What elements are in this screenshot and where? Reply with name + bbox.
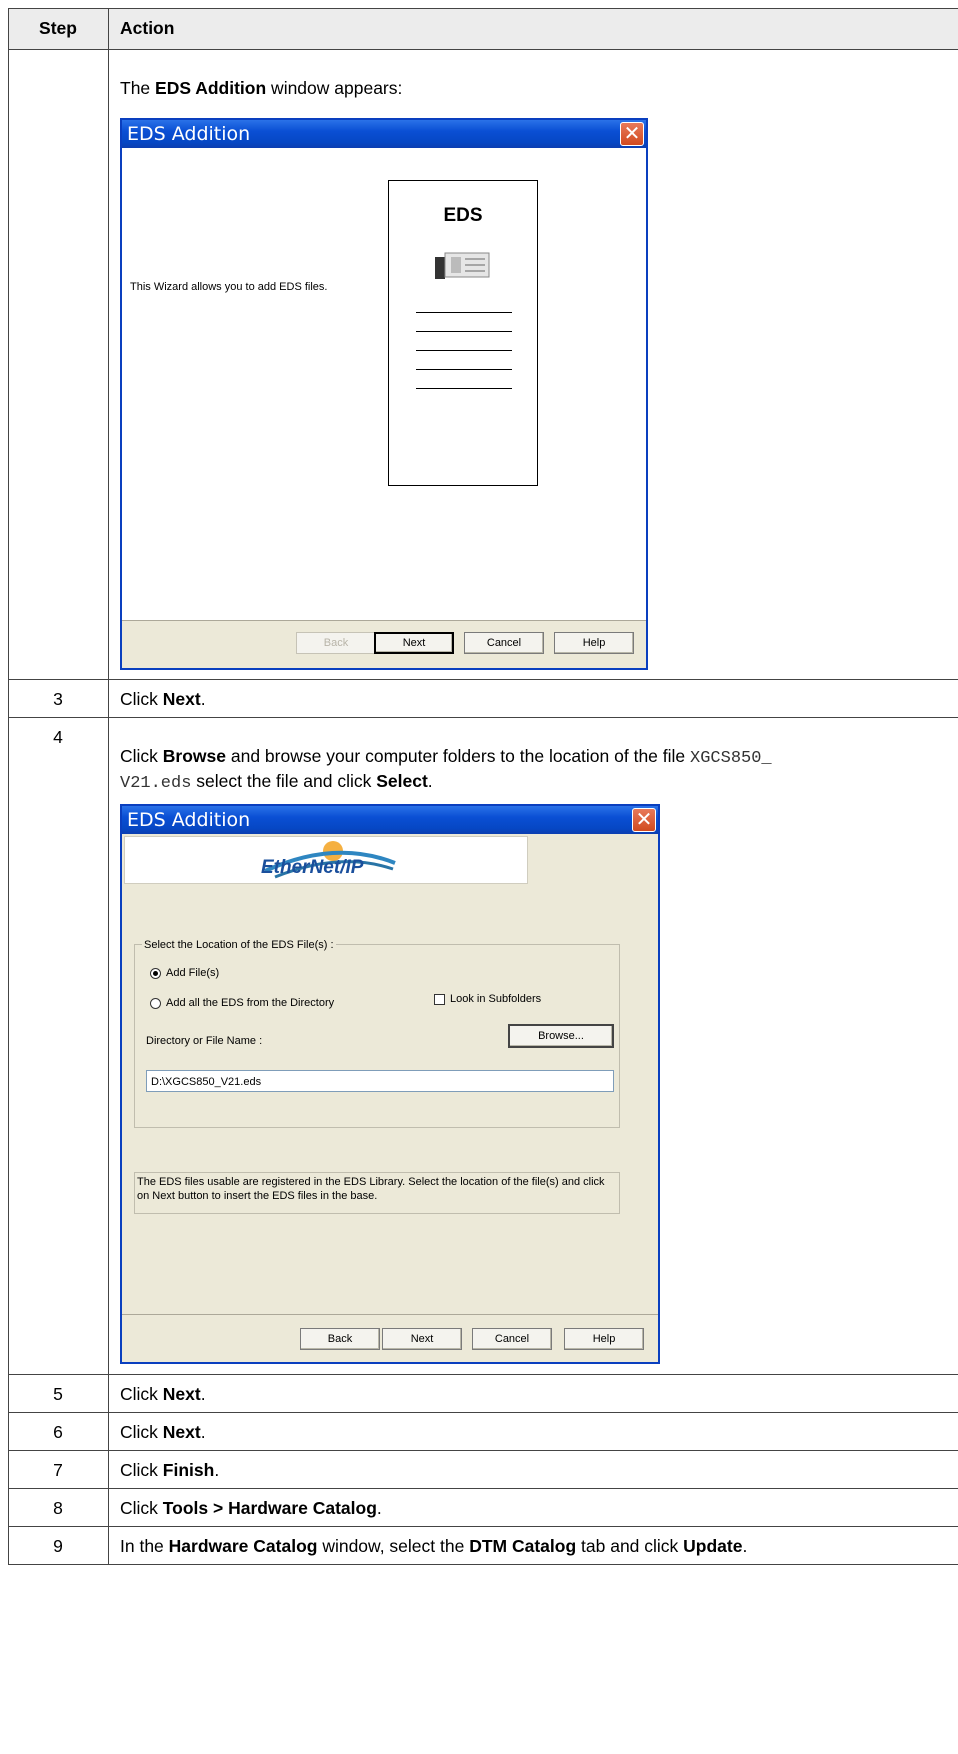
step-number: 5 — [53, 1384, 63, 1404]
close-icon[interactable]: ✕ — [632, 808, 656, 832]
wizard-description: This Wizard allows you to add EDS files. — [130, 281, 328, 293]
step-action: Click Tools > Hardware Catalog. — [120, 1498, 382, 1518]
step-number: 9 — [53, 1536, 63, 1556]
step-action: Click Next. — [120, 1422, 206, 1442]
step-action: Click Next. — [120, 1384, 206, 1404]
browse-button[interactable]: Browse... — [508, 1024, 614, 1048]
close-icon[interactable]: ✕ — [620, 122, 644, 146]
info-box: The EDS files usable are registered in t… — [134, 1172, 620, 1214]
step-number: 7 — [53, 1460, 63, 1480]
radio-add-files-label: Add File(s) — [166, 967, 220, 979]
step-action: Click Browse and browse your computer fo… — [120, 746, 772, 793]
next-button[interactable]: Next — [374, 632, 454, 654]
next-button[interactable]: Next — [382, 1328, 462, 1350]
radio-add-directory[interactable] — [150, 998, 161, 1009]
help-button[interactable]: Help — [564, 1328, 644, 1350]
logo-text: EtherNet/IP — [261, 857, 364, 878]
step-action: In the Hardware Catalog window, select t… — [120, 1536, 748, 1556]
dir-label: Directory or File Name : — [146, 1035, 263, 1047]
ethernetip-logo-panel: EtherNet/IP — [124, 836, 528, 884]
help-button[interactable]: Help — [554, 632, 634, 654]
steps-table: Step Action The EDS Addition window appe… — [8, 8, 958, 1720]
subfolders-label: Look in Subfolders — [450, 993, 542, 1005]
step-number: 8 — [53, 1498, 63, 1518]
step-action: Click Finish. — [120, 1460, 220, 1480]
eds-addition-window-2: EDS Addition ✕ EtherNet/IP Select the Lo… — [120, 804, 660, 1364]
eds-addition-window-1: EDS Addition ✕ This Wizard allows you to… — [120, 118, 648, 670]
row-eds-intro: The EDS Addition window appears: — [120, 78, 403, 98]
step-number: 4 — [53, 727, 63, 747]
back-button[interactable]: Back — [300, 1328, 380, 1350]
wizard-body: This Wizard allows you to add EDS files.… — [122, 148, 646, 620]
step-number: 6 — [53, 1422, 63, 1442]
device-icon — [435, 252, 490, 279]
header-action: Action — [120, 18, 175, 38]
eds-file-graphic: EDS — [388, 180, 538, 486]
step-action: Click Next. — [120, 689, 206, 709]
radio-add-files[interactable] — [150, 968, 161, 979]
window-title-bar: EDS Addition — [122, 806, 658, 834]
cancel-button[interactable]: Cancel — [464, 632, 544, 654]
cancel-button[interactable]: Cancel — [472, 1328, 552, 1350]
eds-graphic-heading: EDS — [443, 205, 483, 226]
header-step: Step — [39, 18, 77, 38]
group-label: Select the Location of the EDS File(s) : — [142, 938, 336, 952]
path-input[interactable]: D:\XGCS850_V21.eds — [146, 1070, 614, 1092]
radio-add-directory-label: Add all the EDS from the Directory — [166, 997, 335, 1009]
back-button[interactable]: Back — [296, 632, 376, 654]
step-number: 3 — [53, 689, 63, 709]
subfolders-checkbox[interactable] — [434, 994, 445, 1005]
window-title-bar: EDS Addition — [122, 120, 646, 148]
